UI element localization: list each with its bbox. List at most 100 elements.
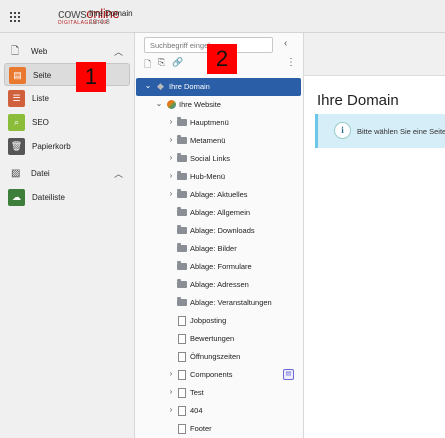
tree-node[interactable]: › 404 <box>135 402 304 420</box>
files-icon: ☁ <box>8 189 25 206</box>
page-icon: ▤ <box>9 67 26 84</box>
tree-node-label: Components <box>190 370 233 379</box>
page-icon <box>178 406 186 416</box>
tree-node[interactable]: Ablage: Downloads <box>135 222 304 240</box>
chevron-right-icon[interactable]: › <box>167 171 175 180</box>
folder-icon <box>177 279 187 288</box>
page-icon <box>178 316 186 326</box>
page-title: Ihre Domain <box>317 92 399 109</box>
tree-node-label: Ablage: Formulare <box>190 262 252 271</box>
info-icon: i <box>334 122 351 139</box>
marker-2: 2 <box>207 44 237 74</box>
page-icon <box>178 334 186 344</box>
chevron-right-icon[interactable]: › <box>167 189 175 198</box>
marker-1: 1 <box>76 62 106 92</box>
module-item-label: SEO <box>32 118 49 127</box>
folder-icon <box>177 297 187 306</box>
chevron-left-icon[interactable]: ‹ <box>284 38 287 49</box>
chevron-right-icon[interactable]: › <box>167 117 175 126</box>
chevron-right-icon[interactable]: › <box>167 387 175 396</box>
tree-node[interactable]: Ablage: Allgemein <box>135 204 304 222</box>
chevron-right-icon[interactable]: › <box>167 135 175 144</box>
version: 13.4.8 <box>89 17 110 27</box>
tree-node[interactable]: Ablage: Adressen <box>135 276 304 294</box>
tree-node[interactable]: Jobposting <box>135 312 304 330</box>
tree-node-label: Jobposting <box>190 316 227 325</box>
module-item-liste[interactable]: ☰ Liste <box>4 87 130 110</box>
tree-node[interactable]: › Hauptmenü <box>135 114 304 132</box>
folder-icon <box>177 153 187 162</box>
tree-node[interactable]: › Test <box>135 384 304 402</box>
folder-icon <box>177 261 187 270</box>
tree-node-label: Ablage: Allgemein <box>190 208 251 217</box>
module-item-label: Seite <box>33 71 52 80</box>
tree-node-site[interactable]: ⌄ Ihre Website <box>135 96 304 114</box>
list-icon: ☰ <box>8 90 25 107</box>
module-item-dateiliste[interactable]: ☁ Dateiliste <box>4 186 130 209</box>
logo-text: cows <box>58 6 87 21</box>
tree-node-label: Hauptmenü <box>190 118 229 127</box>
tree-node[interactable]: › Components ▤ <box>135 366 304 384</box>
chevron-down-icon[interactable]: ⌄ <box>144 81 152 90</box>
tree-node-label: Bewertungen <box>190 334 235 343</box>
page-icon <box>178 388 186 398</box>
tree-node[interactable]: Footer <box>135 420 304 438</box>
tree-node-label: Ablage: Aktuelles <box>190 190 248 199</box>
trash-icon: 🗑 <box>8 138 25 155</box>
link-icon[interactable]: 🔗 <box>172 57 183 69</box>
folder-icon <box>177 207 187 216</box>
module-group-label: Datei <box>31 169 50 178</box>
more-options-icon[interactable]: ⋮ <box>286 57 296 68</box>
tree-node-label: 404 <box>190 406 203 415</box>
tree-node-root[interactable]: ⌄ ◆ Ihre Domain <box>136 78 301 96</box>
module-item-label: Liste <box>32 94 49 103</box>
folder-icon <box>177 243 187 252</box>
page-icon <box>178 370 186 380</box>
module-item-seite[interactable]: ▤ Seite <box>4 63 130 86</box>
tree-node-label: Ablage: Veranstaltungen <box>190 298 272 307</box>
module-group-web[interactable]: 🗋 Web ︿ <box>0 41 135 61</box>
tree-node[interactable]: › Hub-Menü <box>135 168 304 186</box>
app-grid-icon[interactable] <box>10 12 20 22</box>
globe-icon <box>167 100 176 109</box>
search-icon: ⌕ <box>8 114 25 131</box>
module-menu: 🗋 Web ︿ ▤ Seite ☰ Liste ⌕ SEO 🗑 Papierko… <box>0 33 135 438</box>
chevron-right-icon[interactable]: › <box>167 369 175 378</box>
folder-icon <box>177 135 187 144</box>
tree-node-label: Ihre Domain <box>169 82 210 91</box>
page-icon <box>178 424 186 434</box>
tree-node[interactable]: › Social Links <box>135 150 304 168</box>
chevron-right-icon[interactable]: › <box>167 405 175 414</box>
module-group-datei[interactable]: ▨ Datei ︿ <box>0 163 135 183</box>
module-item-seo[interactable]: ⌕ SEO <box>4 111 130 134</box>
tree-node[interactable]: › Metamenü <box>135 132 304 150</box>
tree-node[interactable]: Ablage: Formulare <box>135 258 304 276</box>
folder-icon <box>177 171 187 180</box>
module-group-label: Web <box>31 47 48 56</box>
module-item-label: Dateiliste <box>32 193 65 202</box>
tree-node[interactable]: Ablage: Veranstaltungen <box>135 294 304 312</box>
chevron-down-icon[interactable]: ⌄ <box>155 99 163 108</box>
chevron-up-icon[interactable]: ︿ <box>114 167 123 180</box>
tree-node-label: Test <box>190 388 204 397</box>
tree-node-label: Hub-Menü <box>190 172 226 181</box>
image-icon: ▨ <box>11 168 21 179</box>
upload-icon[interactable]: ⎘ <box>158 57 168 69</box>
page-icon <box>178 352 186 362</box>
content-toolbar <box>304 33 445 76</box>
chevron-right-icon[interactable]: › <box>167 153 175 162</box>
tree-node-label: Ablage: Adressen <box>190 280 249 289</box>
tree-node-label: Ablage: Bilder <box>190 244 237 253</box>
module-item-papierkorb[interactable]: 🗑 Papierkorb <box>4 135 130 158</box>
content-element-icon: ▤ <box>283 369 294 380</box>
new-page-icon[interactable]: 🗋 <box>144 57 154 69</box>
tree-node-label: Ihre Website <box>179 100 221 109</box>
folder-icon <box>177 189 187 198</box>
folder-icon <box>177 117 187 126</box>
tree-node[interactable]: Öffnungszeiten <box>135 348 304 366</box>
tree-node-label: Footer <box>190 424 212 433</box>
tree-node[interactable]: Bewertungen <box>135 330 304 348</box>
tree-node[interactable]: Ablage: Bilder <box>135 240 304 258</box>
tree-node[interactable]: › Ablage: Aktuelles <box>135 186 304 204</box>
chevron-up-icon[interactable]: ︿ <box>114 45 123 58</box>
